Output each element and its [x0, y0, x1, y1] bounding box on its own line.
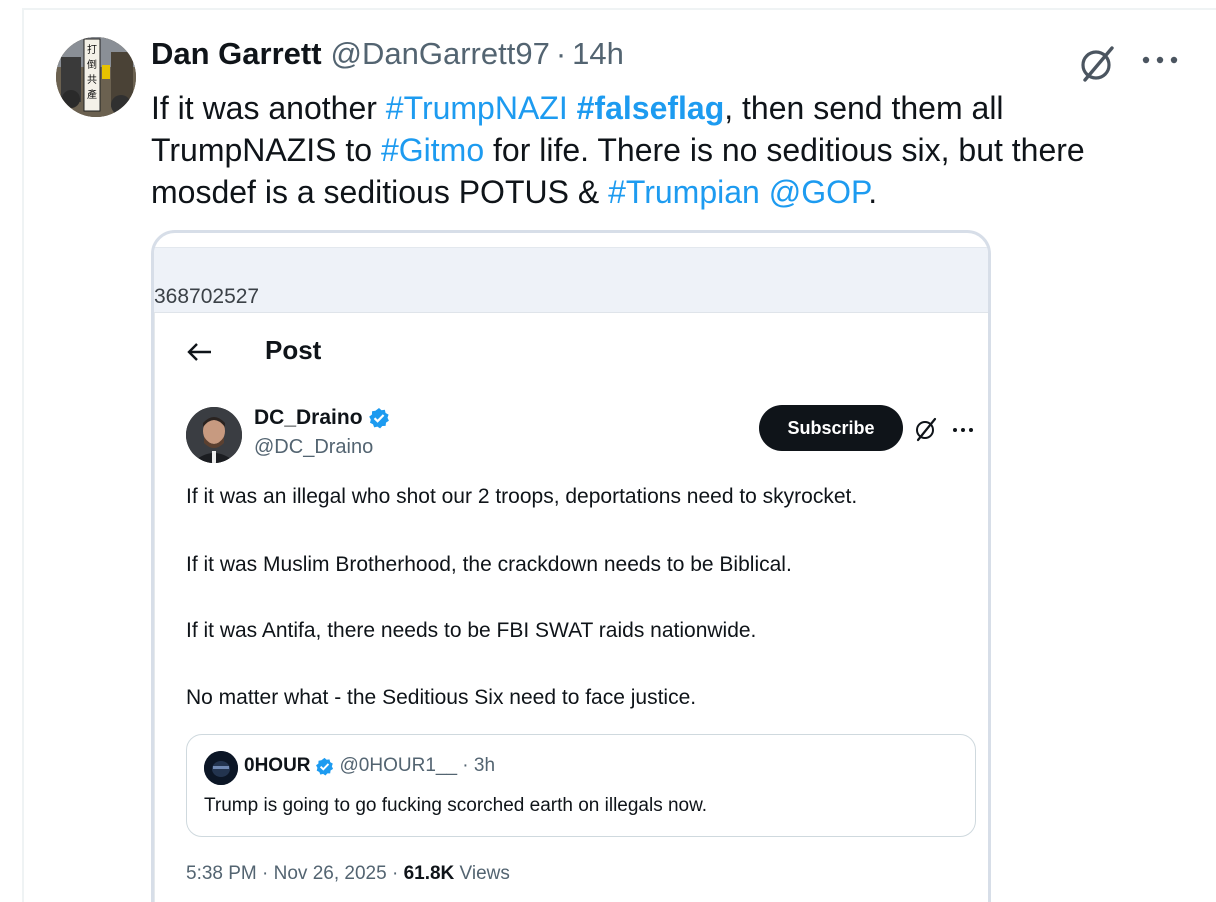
svg-text:打: 打: [87, 43, 97, 56]
embedded-author-name: DC_Draino: [254, 406, 363, 429]
post-meta: 5:38 PM · Nov 26, 2025 · 61.8K Views: [186, 863, 510, 885]
quoted-author-avatar: [204, 751, 238, 785]
quoted-text: Trump is going to go fucking scorched ea…: [204, 795, 708, 816]
quoted-author-name: 0HOUR: [244, 755, 311, 776]
separator-dot: ·: [555, 36, 567, 71]
quoted-meta: @0HOUR1__ · 3h: [339, 755, 496, 776]
post-header-title: Post: [265, 335, 322, 365]
svg-text:共: 共: [87, 74, 97, 86]
quoted-verified-badge-icon: [315, 757, 333, 775]
embedded-grok-icon: [913, 416, 939, 442]
hashtag-gitmo[interactable]: #Gitmo: [381, 132, 484, 168]
mention-gop[interactable]: @GOP: [769, 174, 868, 210]
text-segment: .: [868, 174, 878, 210]
timeline-border: [22, 8, 24, 902]
more-icon[interactable]: [1138, 44, 1182, 74]
url-text: 368702527: [154, 285, 260, 308]
views-count: 61.8K: [403, 863, 455, 884]
svg-text:倒: 倒: [87, 59, 97, 71]
hashtag-falseflag[interactable]: #falseflag: [577, 90, 725, 126]
grok-icon[interactable]: [1076, 42, 1118, 84]
hashtag-trumpnazi[interactable]: #TrumpNAZI: [386, 90, 568, 126]
author-avatar[interactable]: 打 倒 共 產: [56, 37, 136, 117]
text-space: [760, 174, 769, 210]
tweet-time[interactable]: 14h: [572, 36, 624, 72]
author-handle[interactable]: @DanGarrett97: [331, 36, 550, 72]
embedded-paragraph: If it was an illegal who shot our 2 troo…: [186, 485, 858, 508]
embedded-paragraph: No matter what - the Seditious Six need …: [186, 686, 697, 709]
verified-badge-icon: [368, 408, 389, 429]
embedded-author-handle: @DC_Draino: [254, 436, 374, 458]
hashtag-trumpian[interactable]: #Trumpian: [608, 174, 760, 210]
views-label: Views: [454, 863, 510, 884]
top-divider: [22, 8, 1216, 10]
embedded-post: Post DC_Draino @DC_Draino Subscribe If i…: [154, 313, 988, 902]
attached-image[interactable]: 368702527 Post DC_Draino @DC_Draino Subs…: [151, 230, 991, 902]
embedded-paragraph: If it was Muslim Brotherhood, the crackd…: [186, 553, 792, 576]
embedded-more-icon: [951, 423, 975, 435]
embedded-author-avatar: [186, 407, 242, 463]
tweet-header: Dan Garrett @DanGarrett97 · 14h: [151, 36, 624, 76]
text-segment: If it was another: [151, 90, 386, 126]
quoted-header: 0HOUR @0HOUR1__ · 3h: [244, 755, 495, 777]
subscribe-button: Subscribe: [759, 405, 903, 451]
browser-url-bar: 368702527: [154, 247, 988, 313]
text-space: [568, 90, 577, 126]
embedded-paragraph: If it was Antifa, there needs to be FBI …: [186, 619, 757, 642]
author-name[interactable]: Dan Garrett: [151, 36, 322, 72]
embedded-author: DC_Draino: [254, 406, 390, 430]
svg-text:產: 產: [87, 88, 97, 101]
post-timestamp: 5:38 PM · Nov 26, 2025 ·: [186, 863, 404, 884]
back-arrow-icon: [185, 341, 213, 363]
tweet-text: If it was another #TrumpNAZI #falseflag,…: [151, 87, 1191, 213]
quoted-tweet: 0HOUR @0HOUR1__ · 3h Trump is going to g…: [186, 734, 976, 837]
